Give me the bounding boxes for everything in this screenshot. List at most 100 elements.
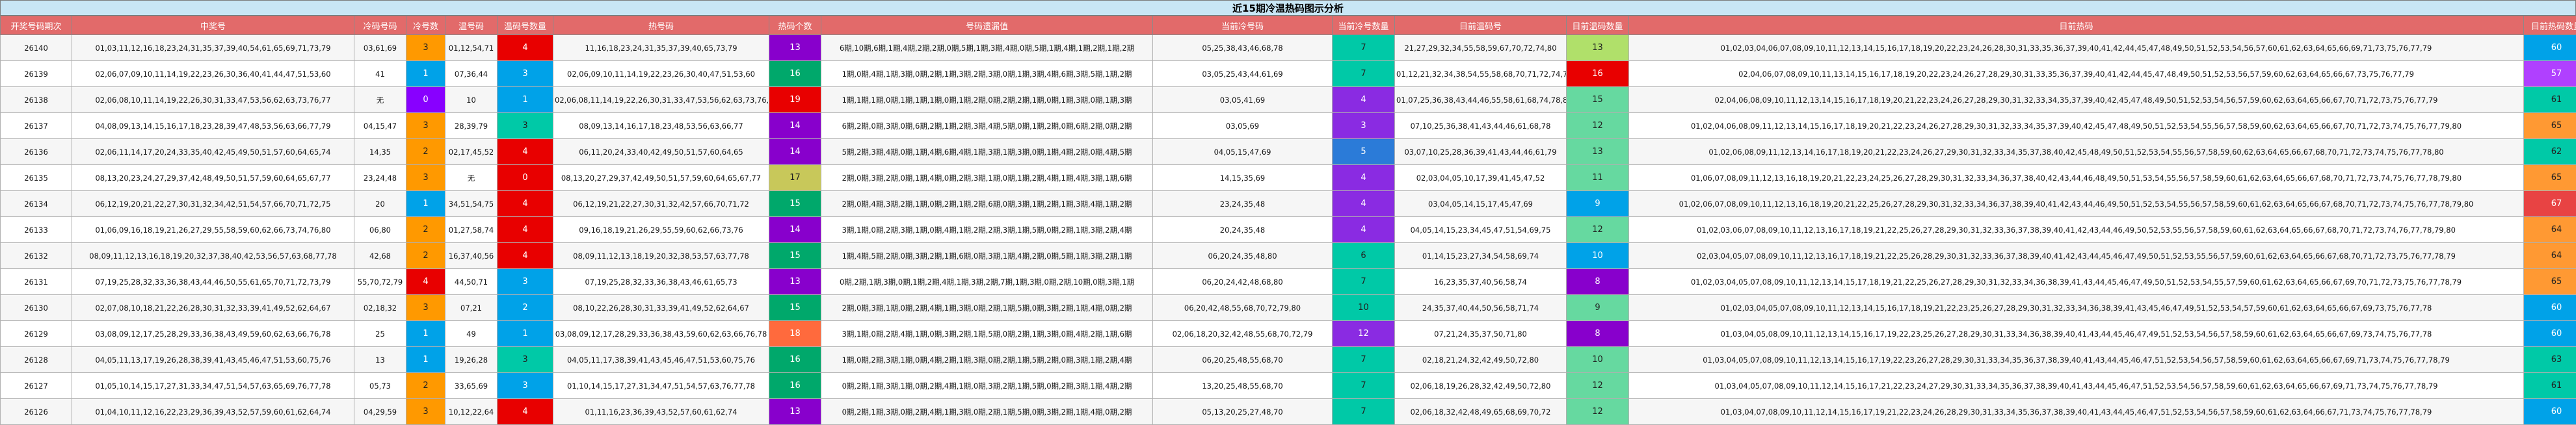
hot-numbers-cell: 03,08,09,12,17,28,29,33,36,38,43,59,60,6… [553,321,769,347]
current-hot-cell: 01,02,06,07,08,09,10,11,12,13,16,18,19,2… [1629,191,2524,217]
current-hot-count-cell: 67 [2524,191,2576,217]
winning-numbers-cell: 06,12,19,20,21,22,27,30,31,32,34,42,51,5… [72,191,354,217]
warm-count-cell: 0 [498,165,553,191]
table-row: 2612804,05,11,13,17,19,26,28,38,39,41,43… [1,347,2576,373]
current-cold-count-cell: 6 [1333,243,1395,269]
hot-count-cell: 16 [769,373,821,399]
miss-values-cell: 6期,2期,0期,3期,0期,6期,2期,1期,2期,3期,4期,5期,0期,1… [821,113,1153,139]
warm-numbers-cell: 34,51,54,75 [445,191,498,217]
hot-count-cell: 14 [769,113,821,139]
warm-count-cell: 3 [498,61,553,87]
current-warm-count-cell: 9 [1567,191,1629,217]
hot-count-cell: 14 [769,139,821,165]
cold-numbers-cell: 55,70,72,79 [354,269,406,295]
warm-count-cell: 3 [498,113,553,139]
miss-values-cell: 1期,4期,5期,2期,0期,3期,2期,1期,6期,0期,3期,1期,4期,2… [821,243,1153,269]
cold-numbers-cell: 06,80 [354,217,406,243]
cold-numbers-cell: 04,29,59 [354,399,406,425]
miss-values-cell: 5期,2期,3期,4期,0期,1期,4期,6期,4期,1期,3期,1期,3期,0… [821,139,1153,165]
hot-count-cell: 16 [769,347,821,373]
winning-numbers-cell: 02,07,08,10,18,21,22,26,28,30,31,32,33,3… [72,295,354,321]
hot-numbers-cell: 08,09,11,12,13,18,19,20,32,38,53,57,63,7… [553,243,769,269]
winning-numbers-cell: 01,03,11,12,16,18,23,24,31,35,37,39,40,5… [72,35,354,61]
current-warm-count-cell: 8 [1567,269,1629,295]
current-warm-count-cell: 12 [1567,113,1629,139]
warm-count-cell: 4 [498,217,553,243]
current-warm-count-cell: 12 [1567,373,1629,399]
hot-count-cell: 15 [769,243,821,269]
hot-count-cell: 14 [769,217,821,243]
winning-numbers-cell: 02,06,08,10,11,14,19,22,26,30,31,33,47,5… [72,87,354,113]
warm-numbers-cell: 49 [445,321,498,347]
cold-numbers-cell: 42,68 [354,243,406,269]
hot-count-cell: 16 [769,61,821,87]
hot-numbers-cell: 11,16,18,23,24,31,35,37,39,40,65,73,79 [553,35,769,61]
cold-count-cell: 1 [406,191,445,217]
current-cold-count-cell: 7 [1333,61,1395,87]
hot-numbers-cell: 01,10,14,15,17,27,31,34,47,51,54,57,63,7… [553,373,769,399]
current-cold-cell: 03,05,69 [1153,113,1333,139]
current-hot-count-cell: 57 [2524,61,2576,87]
hot-numbers-cell: 06,12,19,21,22,27,30,31,32,42,57,66,70,7… [553,191,769,217]
current-hot-cell: 02,03,04,05,07,08,09,10,11,12,13,16,17,1… [1629,243,2524,269]
miss-values-cell: 2期,0期,4期,3期,2期,1期,0期,2期,1期,2期,6期,0期,3期,1… [821,191,1153,217]
cold-numbers-cell: 05,73 [354,373,406,399]
hot-numbers-cell: 04,05,11,17,38,39,41,43,45,46,47,51,53,6… [553,347,769,373]
table-row: 2613508,13,20,23,24,27,29,37,42,48,49,50… [1,165,2576,191]
winning-numbers-cell: 01,06,09,16,18,19,21,26,27,29,55,58,59,6… [72,217,354,243]
current-cold-cell: 23,24,35,48 [1153,191,1333,217]
current-warm-count-cell: 12 [1567,217,1629,243]
warm-count-cell: 4 [498,191,553,217]
miss-values-cell: 3期,1期,0期,2期,3期,1期,0期,4期,1期,2期,2期,3期,1期,5… [821,217,1153,243]
period-cell: 26129 [1,321,72,347]
miss-values-cell: 2期,0期,3期,2期,0期,1期,4期,0期,2期,3期,1期,0期,1期,2… [821,165,1153,191]
winning-numbers-cell: 02,06,11,14,17,20,24,33,35,40,42,45,49,5… [72,139,354,165]
current-warm-cell: 02,18,21,24,32,42,49,50,72,80 [1395,347,1567,373]
cold-numbers-cell: 03,61,69 [354,35,406,61]
current-warm-cell: 16,23,35,37,40,56,58,74 [1395,269,1567,295]
header-cur-cold-count: 当前冷号数量 [1333,16,1395,35]
hot-numbers-cell: 02,06,09,10,11,14,19,22,23,26,30,40,47,5… [553,61,769,87]
current-cold-count-cell: 4 [1333,165,1395,191]
cold-count-cell: 1 [406,61,445,87]
hot-count-cell: 15 [769,191,821,217]
current-warm-count-cell: 10 [1567,347,1629,373]
current-hot-cell: 01,03,04,05,07,08,09,10,11,12,14,15,16,1… [1629,373,2524,399]
table-row: 2612701,05,10,14,15,17,27,31,33,34,47,51… [1,373,2576,399]
header-warm-count: 温码号数量 [498,16,553,35]
current-cold-cell: 14,15,35,69 [1153,165,1333,191]
current-cold-count-cell: 4 [1333,217,1395,243]
cold-numbers-cell: 25 [354,321,406,347]
warm-numbers-cell: 01,27,58,74 [445,217,498,243]
warm-numbers-cell: 无 [445,165,498,191]
miss-values-cell: 2期,0期,3期,1期,0期,2期,4期,1期,3期,0期,2期,1期,5期,0… [821,295,1153,321]
current-cold-count-cell: 4 [1333,191,1395,217]
warm-numbers-cell: 44,50,71 [445,269,498,295]
table-row: 2613406,12,19,20,21,22,27,30,31,32,34,42… [1,191,2576,217]
header-cur-hot-count: 目前热码数量 [2524,16,2576,35]
period-cell: 26134 [1,191,72,217]
hot-numbers-cell: 08,13,20,27,29,37,42,49,50,51,57,59,60,6… [553,165,769,191]
warm-numbers-cell: 10 [445,87,498,113]
current-warm-cell: 01,14,15,23,27,34,54,58,69,74 [1395,243,1567,269]
warm-count-cell: 4 [498,35,553,61]
cold-count-cell: 3 [406,35,445,61]
cold-count-cell: 2 [406,373,445,399]
header-miss: 号码遗漏值 [821,16,1153,35]
hot-count-cell: 19 [769,87,821,113]
current-warm-count-cell: 8 [1567,321,1629,347]
cold-numbers-cell: 02,18,32 [354,295,406,321]
current-hot-cell: 01,02,03,04,06,07,08,09,10,11,12,13,14,1… [1629,35,2524,61]
current-hot-count-cell: 64 [2524,217,2576,243]
winning-numbers-cell: 03,08,09,12,17,25,28,29,33,36,38,43,49,5… [72,321,354,347]
hot-count-cell: 13 [769,35,821,61]
cold-count-cell: 3 [406,295,445,321]
table-row: 2614001,03,11,12,16,18,23,24,31,35,37,39… [1,35,2576,61]
current-warm-count-cell: 11 [1567,165,1629,191]
current-hot-cell: 02,04,06,08,09,10,11,12,13,14,15,16,17,1… [1629,87,2524,113]
current-warm-cell: 04,05,14,15,23,34,45,47,51,54,69,75 [1395,217,1567,243]
table-row: 2613802,06,08,10,11,14,19,22,26,30,31,33… [1,87,2576,113]
warm-numbers-cell: 33,65,69 [445,373,498,399]
miss-values-cell: 6期,10期,6期,1期,4期,2期,2期,0期,5期,1期,3期,4期,0期,… [821,35,1153,61]
miss-values-cell: 3期,1期,0期,2期,4期,1期,0期,3期,2期,1期,5期,0期,2期,1… [821,321,1153,347]
